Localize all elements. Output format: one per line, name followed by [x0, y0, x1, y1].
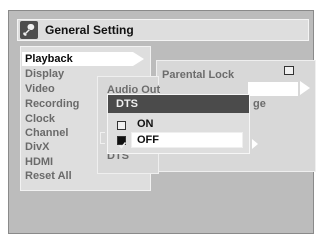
menu-item-channel[interactable]: Channel	[25, 127, 68, 139]
menu-item-hdmi[interactable]: HDMI	[25, 156, 53, 168]
parental-lock-item[interactable]: Parental Lock	[162, 69, 234, 81]
wrench-icon	[20, 21, 38, 39]
selected-row-highlight	[248, 82, 298, 96]
checkbox-on[interactable]	[117, 121, 126, 130]
menu-item-clock[interactable]: Clock	[25, 113, 55, 125]
menu-item-display[interactable]: Display	[25, 68, 64, 80]
option-off[interactable]: OFF	[137, 134, 159, 146]
osd-screen: General Setting Playback Display Video R…	[0, 0, 323, 242]
partial-item-label: ge	[253, 98, 266, 110]
menu-item-recording[interactable]: Recording	[25, 98, 79, 110]
menu-item-divx[interactable]: DivX	[25, 141, 49, 153]
page-title: General Setting	[45, 23, 134, 37]
menu-item-reset-all[interactable]: Reset All	[25, 170, 72, 182]
arrow-right-icon	[300, 81, 310, 95]
menu-item-video[interactable]: Video	[25, 83, 55, 95]
lock-icon	[284, 66, 294, 75]
option-box-edge	[100, 132, 105, 144]
option-on[interactable]: ON	[137, 118, 154, 130]
menu-item-playback[interactable]: Playback	[25, 53, 73, 65]
arrow-right-icon	[252, 139, 258, 149]
dts-popup-title: DTS	[116, 98, 138, 110]
checkbox-off-checked-icon[interactable]	[117, 136, 127, 149]
arrow-right-icon	[133, 52, 144, 66]
